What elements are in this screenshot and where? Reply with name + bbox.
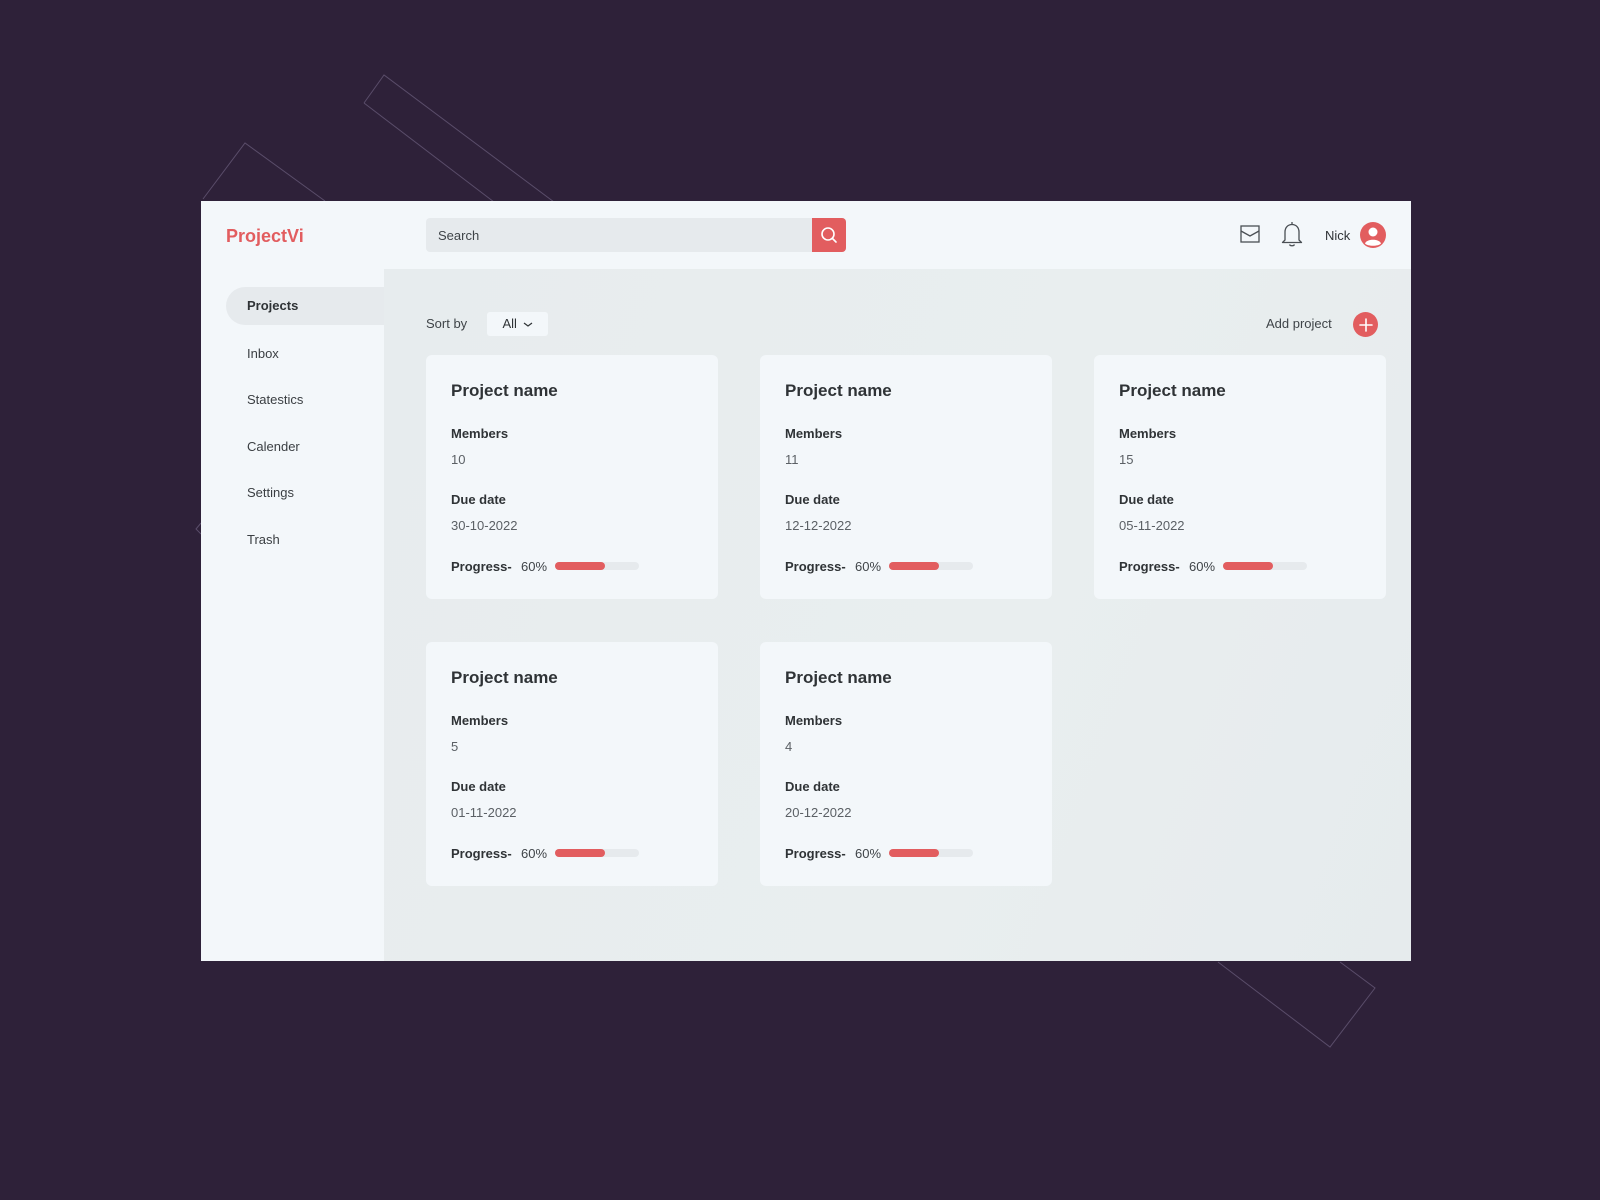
due-date-value: 12-12-2022	[785, 518, 852, 533]
project-title: Project name	[451, 668, 558, 687]
search-input[interactable]	[426, 218, 812, 252]
app-logo[interactable]: ProjectVi	[226, 226, 304, 247]
add-project-button[interactable]	[1353, 312, 1378, 337]
sidebar-item-calendar[interactable]: Calender	[226, 428, 384, 466]
progress-bar	[889, 849, 973, 857]
progress-bar-fill	[1223, 562, 1274, 570]
progress-bar	[555, 562, 639, 570]
project-title: Project name	[451, 381, 558, 400]
progress-value: 60%	[855, 559, 882, 574]
plus-icon	[1358, 317, 1373, 332]
progress-label: Progress-	[785, 559, 846, 574]
progress-label: Progress-	[1119, 559, 1180, 574]
due-date-label: Due date	[785, 492, 840, 507]
members-label: Members	[1119, 426, 1177, 441]
members-label: Members	[451, 713, 509, 728]
user-avatar-icon[interactable]	[1360, 222, 1386, 248]
sort-label: Sort by	[426, 316, 468, 331]
due-date-label: Due date	[451, 779, 506, 794]
project-title: Project name	[1119, 381, 1226, 400]
project-card[interactable]: Project name Members 5 Due date 01-11-20…	[426, 642, 718, 886]
search-icon	[821, 227, 837, 243]
progress-label: Progress-	[451, 846, 512, 861]
progress-bar-fill	[555, 562, 606, 570]
progress-value: 60%	[521, 559, 548, 574]
members-label: Members	[785, 426, 843, 441]
bell-icon[interactable]	[1280, 220, 1304, 248]
progress-label: Progress-	[451, 559, 512, 574]
progress-bar-fill	[889, 849, 940, 857]
members-count: 11	[785, 452, 799, 467]
members-count: 4	[785, 739, 793, 754]
project-card[interactable]: Project name Members 11 Due date 12-12-2…	[760, 355, 1052, 599]
app-window: ProjectVi Nick Projects Inb	[201, 201, 1411, 961]
search-bar	[426, 218, 846, 252]
add-project-label[interactable]: Add project	[1266, 316, 1332, 331]
project-title: Project name	[785, 381, 892, 400]
user-name[interactable]: Nick	[1325, 228, 1350, 243]
due-date-label: Due date	[1119, 492, 1174, 507]
due-date-value: 01-11-2022	[451, 805, 517, 820]
project-title: Project name	[785, 668, 892, 687]
progress-label: Progress-	[785, 846, 846, 861]
chevron-down-icon	[523, 322, 532, 327]
search-button[interactable]	[812, 218, 846, 252]
due-date-value: 30-10-2022	[451, 518, 518, 533]
members-label: Members	[451, 426, 509, 441]
sidebar: Projects Inbox Statestics Calender Setti…	[201, 269, 384, 961]
mail-icon[interactable]	[1240, 224, 1260, 244]
sidebar-item-inbox[interactable]: Inbox	[226, 335, 384, 373]
progress-bar	[889, 562, 973, 570]
members-count: 15	[1119, 452, 1134, 467]
members-label: Members	[785, 713, 843, 728]
progress-value: 60%	[855, 846, 882, 861]
progress-bar	[1223, 562, 1307, 570]
sidebar-item-trash[interactable]: Trash	[226, 521, 384, 559]
project-card[interactable]: Project name Members 4 Due date 20-12-20…	[760, 642, 1052, 886]
project-card[interactable]: Project name Members 10 Due date 30-10-2…	[426, 355, 718, 599]
project-card[interactable]: Project name Members 15 Due date 05-11-2…	[1094, 355, 1386, 599]
members-count: 5	[451, 739, 459, 754]
sidebar-item-projects[interactable]: Projects	[226, 287, 384, 325]
members-count: 10	[451, 452, 466, 467]
main-content: Sort by All Add project Project name Mem…	[384, 269, 1411, 961]
progress-bar	[555, 849, 639, 857]
due-date-label: Due date	[451, 492, 506, 507]
due-date-value: 05-11-2022	[1119, 518, 1185, 533]
sidebar-item-statistics[interactable]: Statestics	[226, 381, 384, 419]
top-bar: ProjectVi Nick	[201, 201, 1411, 269]
progress-bar-fill	[889, 562, 940, 570]
due-date-label: Due date	[785, 779, 840, 794]
sort-value: All	[502, 316, 517, 331]
due-date-value: 20-12-2022	[785, 805, 852, 820]
progress-bar-fill	[555, 849, 606, 857]
progress-value: 60%	[521, 846, 548, 861]
sidebar-item-settings[interactable]: Settings	[226, 474, 384, 512]
progress-value: 60%	[1189, 559, 1216, 574]
sort-dropdown[interactable]: All	[487, 312, 548, 336]
